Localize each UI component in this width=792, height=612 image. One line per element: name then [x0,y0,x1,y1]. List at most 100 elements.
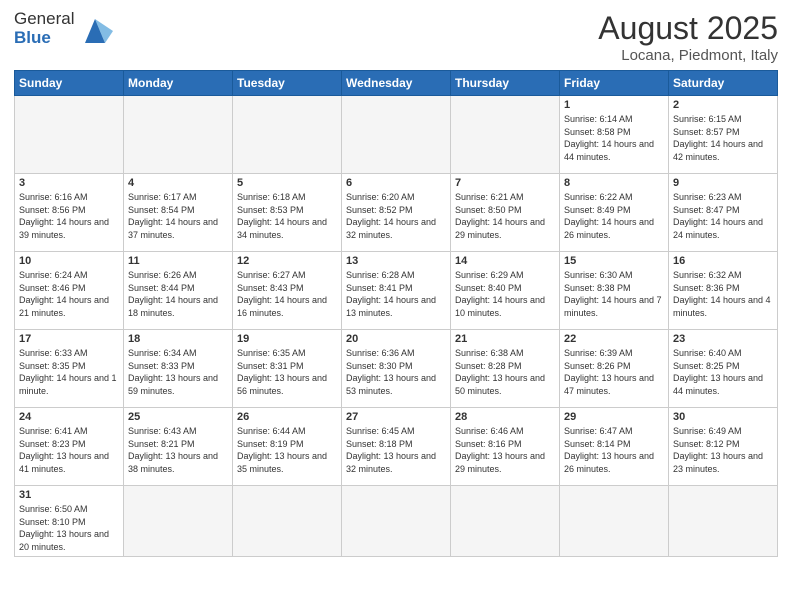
day-info: Sunrise: 6:34 AM Sunset: 8:33 PM Dayligh… [128,347,228,397]
day-number: 27 [346,411,446,423]
table-row: 18 Sunrise: 6:34 AM Sunset: 8:33 PM Dayli… [124,330,233,408]
table-row: 21Sunrise: 6:38 AM Sunset: 8:28 PM Dayli… [451,330,560,408]
day-info: Sunrise: 6:16 AM Sunset: 8:56 PM Dayligh… [19,191,119,241]
day-number: 25 [128,411,228,423]
table-row: 28 Sunrise: 6:46 AM Sunset: 8:16 PM Dayli… [451,408,560,486]
col-sunday: Sunday [15,71,124,96]
day-info: Sunrise: 6:41 AM Sunset: 8:23 PM Dayligh… [19,425,119,475]
col-wednesday: Wednesday [342,71,451,96]
logo-blue: Blue [14,29,74,48]
day-info: Sunrise: 6:46 AM Sunset: 8:16 PM Dayligh… [455,425,555,475]
day-info: Sunrise: 6:21 AM Sunset: 8:50 PM Dayligh… [455,191,555,241]
day-info: Sunrise: 6:14 AM Sunset: 8:58 PM Dayligh… [564,113,664,163]
col-saturday: Saturday [669,71,778,96]
table-row [15,96,124,174]
day-number: 29 [564,411,664,423]
logo-icon [77,15,113,45]
day-info: Sunrise: 6:39 AM Sunset: 8:26 PM Dayligh… [564,347,664,397]
table-row [451,486,560,557]
day-number: 11 [128,255,228,267]
day-info: Sunrise: 6:45 AM Sunset: 8:18 PM Dayligh… [346,425,446,475]
table-row: 11 Sunrise: 6:26 AM Sunset: 8:44 PM Dayli… [124,252,233,330]
table-row: 17 Sunrise: 6:33 AM Sunset: 8:35 PM Dayli… [15,330,124,408]
day-number: 15 [564,255,664,267]
table-row: 24 Sunrise: 6:41 AM Sunset: 8:23 PM Dayli… [15,408,124,486]
logo: General Blue [14,10,113,47]
day-number: 7 [455,177,555,189]
day-number: 1 [564,99,664,111]
day-info: Sunrise: 6:36 AM Sunset: 8:30 PM Dayligh… [346,347,446,397]
day-number: 24 [19,411,119,423]
table-row: 27 Sunrise: 6:45 AM Sunset: 8:18 PM Dayli… [342,408,451,486]
day-number: 18 [128,333,228,345]
day-info: Sunrise: 6:15 AM Sunset: 8:57 PM Dayligh… [673,113,773,163]
day-info: Sunrise: 6:43 AM Sunset: 8:21 PM Dayligh… [128,425,228,475]
table-row: 5Sunrise: 6:18 AM Sunset: 8:53 PM Daylig… [233,174,342,252]
table-row: 23 Sunrise: 6:40 AM Sunset: 8:25 PM Dayli… [669,330,778,408]
page: General Blue August 2025 Locana, Piedmon… [0,0,792,612]
day-number: 3 [19,177,119,189]
day-number: 22 [564,333,664,345]
day-number: 2 [673,99,773,111]
day-number: 30 [673,411,773,423]
day-number: 9 [673,177,773,189]
day-info: Sunrise: 6:29 AM Sunset: 8:40 PM Dayligh… [455,269,555,319]
table-row: 30 Sunrise: 6:49 AM Sunset: 8:12 PM Dayli… [669,408,778,486]
table-row: 19 Sunrise: 6:35 AM Sunset: 8:31 PM Dayli… [233,330,342,408]
table-row: 14 Sunrise: 6:29 AM Sunset: 8:40 PM Dayli… [451,252,560,330]
table-row: 20Sunrise: 6:36 AM Sunset: 8:30 PM Dayli… [342,330,451,408]
table-row: 29Sunrise: 6:47 AM Sunset: 8:14 PM Dayli… [560,408,669,486]
month-year: August 2025 [598,10,778,47]
day-info: Sunrise: 6:40 AM Sunset: 8:25 PM Dayligh… [673,347,773,397]
table-row: 4Sunrise: 6:17 AM Sunset: 8:54 PM Daylig… [124,174,233,252]
day-info: Sunrise: 6:22 AM Sunset: 8:49 PM Dayligh… [564,191,664,241]
table-row: 10Sunrise: 6:24 AM Sunset: 8:46 PM Dayli… [15,252,124,330]
table-row [124,486,233,557]
table-row: 22 Sunrise: 6:39 AM Sunset: 8:26 PM Dayli… [560,330,669,408]
col-monday: Monday [124,71,233,96]
calendar: Sunday Monday Tuesday Wednesday Thursday… [14,70,778,557]
location: Locana, Piedmont, Italy [598,47,778,64]
logo-text: General [14,10,74,29]
table-row: 8Sunrise: 6:22 AM Sunset: 8:49 PM Daylig… [560,174,669,252]
table-row: 12Sunrise: 6:27 AM Sunset: 8:43 PM Dayli… [233,252,342,330]
header: General Blue August 2025 Locana, Piedmon… [14,10,778,64]
day-info: Sunrise: 6:17 AM Sunset: 8:54 PM Dayligh… [128,191,228,241]
col-friday: Friday [560,71,669,96]
day-info: Sunrise: 6:23 AM Sunset: 8:47 PM Dayligh… [673,191,773,241]
table-row [342,486,451,557]
day-info: Sunrise: 6:33 AM Sunset: 8:35 PM Dayligh… [19,347,119,397]
day-info: Sunrise: 6:32 AM Sunset: 8:36 PM Dayligh… [673,269,773,319]
day-number: 5 [237,177,337,189]
table-row [669,486,778,557]
day-number: 6 [346,177,446,189]
day-number: 13 [346,255,446,267]
calendar-header-row: Sunday Monday Tuesday Wednesday Thursday… [15,71,778,96]
day-info: Sunrise: 6:24 AM Sunset: 8:46 PM Dayligh… [19,269,119,319]
table-row: 1 Sunrise: 6:14 AM Sunset: 8:58 PM Daylig… [560,96,669,174]
day-info: Sunrise: 6:49 AM Sunset: 8:12 PM Dayligh… [673,425,773,475]
table-row: 9 Sunrise: 6:23 AM Sunset: 8:47 PM Daylig… [669,174,778,252]
table-row [233,96,342,174]
day-number: 21 [455,333,555,345]
table-row: 25 Sunrise: 6:43 AM Sunset: 8:21 PM Dayli… [124,408,233,486]
table-row: 2 Sunrise: 6:15 AM Sunset: 8:57 PM Daylig… [669,96,778,174]
day-number: 16 [673,255,773,267]
table-row: 26Sunrise: 6:44 AM Sunset: 8:19 PM Dayli… [233,408,342,486]
day-number: 17 [19,333,119,345]
table-row [451,96,560,174]
day-info: Sunrise: 6:30 AM Sunset: 8:38 PM Dayligh… [564,269,664,319]
day-info: Sunrise: 6:35 AM Sunset: 8:31 PM Dayligh… [237,347,337,397]
day-number: 28 [455,411,555,423]
table-row: 13 Sunrise: 6:28 AM Sunset: 8:41 PM Dayli… [342,252,451,330]
day-info: Sunrise: 6:28 AM Sunset: 8:41 PM Dayligh… [346,269,446,319]
table-row [342,96,451,174]
day-info: Sunrise: 6:50 AM Sunset: 8:10 PM Dayligh… [19,503,119,553]
day-number: 14 [455,255,555,267]
day-number: 31 [19,489,119,501]
day-number: 19 [237,333,337,345]
day-number: 23 [673,333,773,345]
day-info: Sunrise: 6:44 AM Sunset: 8:19 PM Dayligh… [237,425,337,475]
day-info: Sunrise: 6:26 AM Sunset: 8:44 PM Dayligh… [128,269,228,319]
table-row [233,486,342,557]
